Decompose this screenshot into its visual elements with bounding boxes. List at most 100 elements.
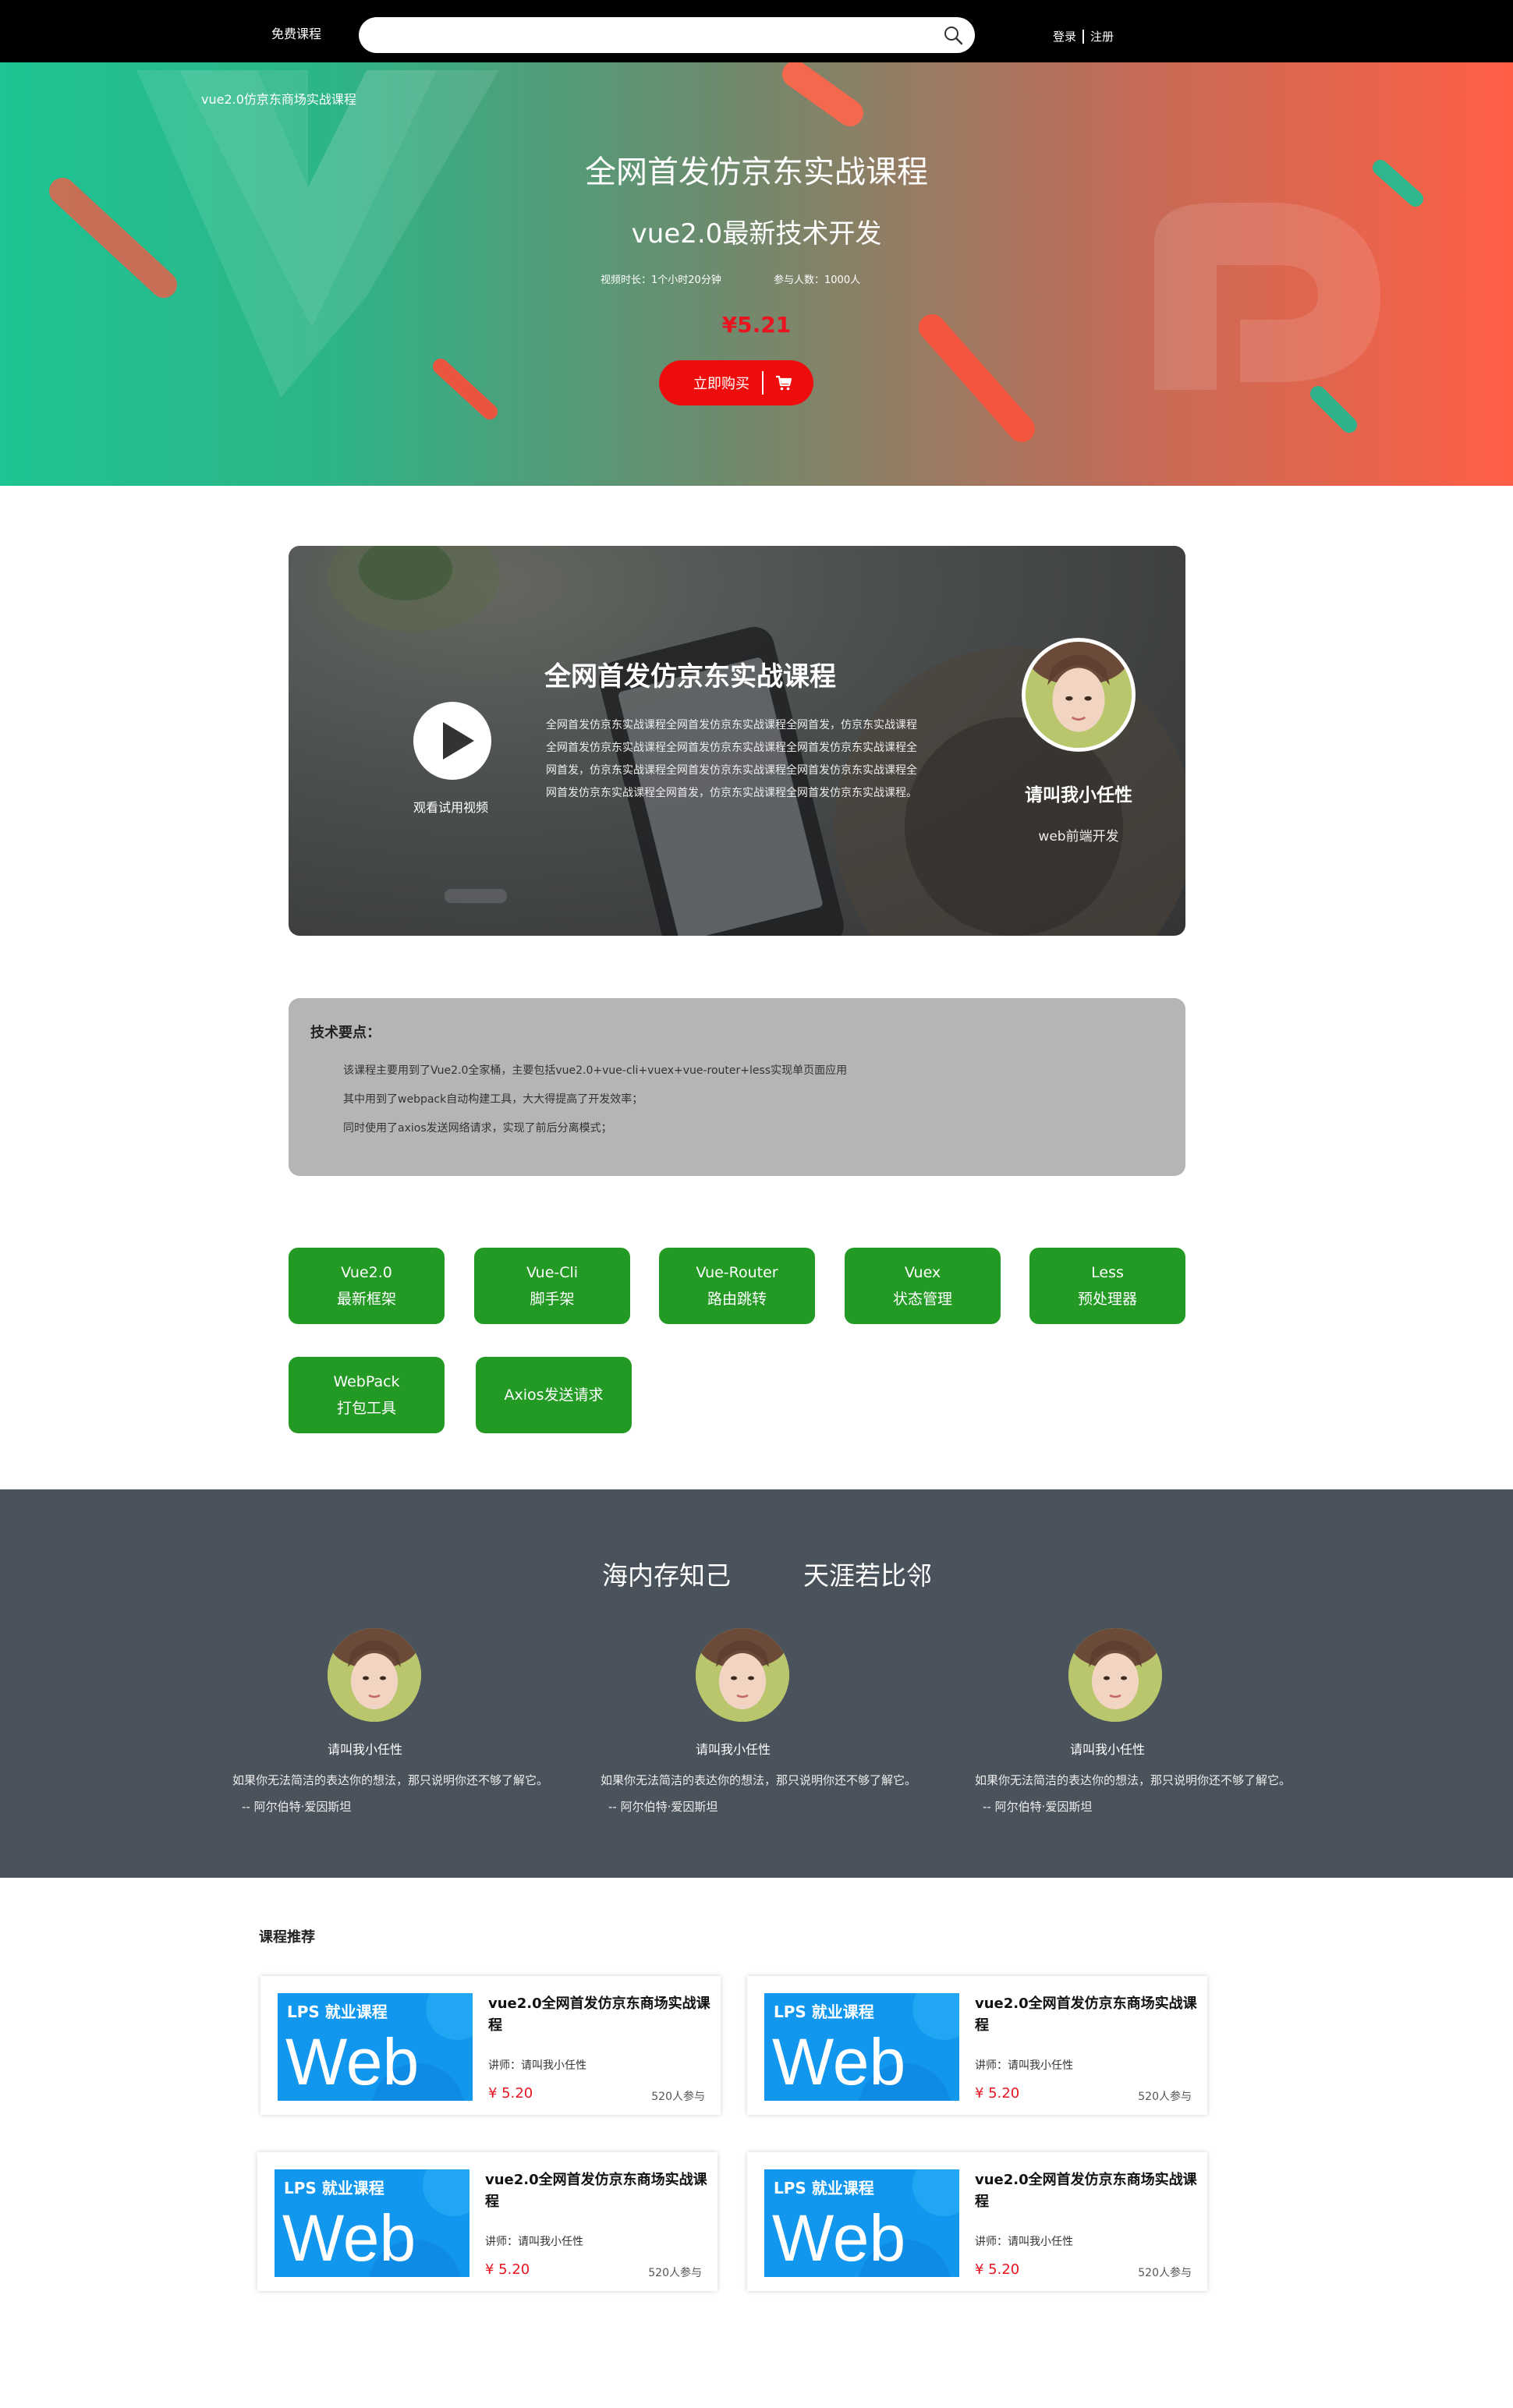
testimonial-name: 请叫我小任性 — [1070, 1742, 1146, 1757]
teacher-name: 请叫我小任性 — [1025, 785, 1132, 806]
auth-links: 登录 注册 — [1053, 28, 1114, 44]
video-duration: 视频时长：1个小时20分钟 — [601, 274, 721, 286]
buy-divider — [762, 371, 764, 395]
buy-now-button[interactable]: 立即购买 — [659, 360, 813, 405]
course-intro-card: 观看试用视频 全网首发仿京东实战课程 全网首发仿京东实战课程全网首发仿京东实战课… — [289, 546, 1185, 936]
tag-desc: 脚手架 — [530, 1291, 575, 1308]
testimonial-quote: 如果你无法简洁的表达你的想法，那只说明你还不够了解它。 — [601, 1773, 917, 1787]
testimonial-quote: 如果你无法简洁的表达你的想法，那只说明你还不够了解它。 — [232, 1773, 549, 1787]
testimonial-name: 请叫我小任性 — [696, 1742, 771, 1757]
login-link[interactable]: 登录 — [1053, 28, 1076, 44]
tag-vuex[interactable]: Vuex 状态管理 — [845, 1248, 1001, 1324]
course-joined: 520人参与 — [648, 2267, 702, 2279]
course-logo: Web — [285, 2025, 420, 2098]
course-logo: Web — [772, 2201, 906, 2275]
band-heading-left: 海内存知己 — [602, 1560, 731, 1591]
tag-desc: 最新框架 — [336, 1291, 396, 1308]
testimonial-avatar — [696, 1628, 789, 1722]
course-title[interactable]: vue2.0全网首发仿京东商场实战课程 — [975, 2169, 1198, 2213]
course-badge: LPS 就业课程 — [284, 2179, 384, 2197]
course-badge: LPS 就业课程 — [774, 2003, 874, 2021]
tag-desc: 打包工具 — [336, 1400, 396, 1417]
tag-title: Vue-Router — [696, 1264, 778, 1281]
search-input[interactable] — [359, 17, 975, 53]
tag-axios[interactable]: Axios发送请求 — [476, 1357, 632, 1433]
tech-points-heading: 技术要点： — [310, 1025, 381, 1041]
testimonial-photo — [328, 1628, 421, 1722]
hero-subtitle: vue2.0最新技术开发 — [631, 218, 882, 250]
band-heading-right: 天涯若比邻 — [803, 1560, 932, 1591]
course-teacher: 讲师：请叫我小任性 — [975, 2059, 1073, 2072]
intro-description: 全网首发仿京东实战课程全网首发仿京东实战课程全网首发，仿京东实战课程全网首发仿京… — [546, 719, 917, 799]
auth-divider — [1082, 29, 1085, 44]
buy-now-label: 立即购买 — [693, 376, 749, 392]
tech-point-1: 该课程主要用到了Vue2.0全家桶，主要包括vue2.0+vue-cli+vue… — [343, 1064, 848, 1077]
course-card[interactable]: LPS 就业课程 Web vue2.0全网首发仿京东商场实战课程 讲师：请叫我小… — [747, 2152, 1207, 2291]
tag-title: Less — [1091, 1264, 1124, 1281]
testimonial-quote: 如果你无法简洁的表达你的想法，那只说明你还不够了解它。 — [975, 1773, 1292, 1787]
recommend-heading: 课程推荐 — [259, 1929, 315, 1946]
course-title[interactable]: vue2.0全网首发仿京东商场实战课程 — [975, 1993, 1198, 2037]
tag-desc: 预处理器 — [1077, 1291, 1137, 1308]
testimonial-avatar — [328, 1628, 421, 1722]
tag-webpack[interactable]: WebPack 打包工具 — [289, 1357, 445, 1433]
tag-title: Vue2.0 — [341, 1264, 392, 1281]
course-joined: 520人参与 — [1138, 2091, 1192, 2103]
course-price: ¥ 5.20 — [485, 2261, 530, 2278]
tag-title: WebPack — [333, 1373, 400, 1390]
teacher-role: web前端开发 — [1038, 829, 1119, 845]
intro-title: 全网首发仿京东实战课程 — [544, 661, 836, 692]
search-box — [359, 17, 975, 53]
course-title[interactable]: vue2.0全网首发仿京东商场实战课程 — [488, 1993, 711, 2037]
course-teacher: 讲师：请叫我小任性 — [488, 2059, 586, 2072]
play-video-label: 观看试用视频 — [413, 800, 489, 815]
top-nav-bar: 免费课程 登录 注册 — [0, 0, 1513, 62]
tag-title: Axios发送请求 — [504, 1386, 604, 1404]
course-badge: LPS 就业课程 — [774, 2179, 874, 2197]
course-badge: LPS 就业课程 — [287, 2003, 388, 2021]
course-thumbnail: LPS 就业课程 Web — [275, 2169, 469, 2277]
course-card[interactable]: LPS 就业课程 Web vue2.0全网首发仿京东商场实战课程 讲师：请叫我小… — [257, 2152, 718, 2291]
testimonial-name: 请叫我小任性 — [328, 1742, 403, 1757]
course-price: ¥ 5.20 — [975, 2085, 1020, 2102]
testimonial-author: -- 阿尔伯特·爱因斯坦 — [983, 1800, 1093, 1814]
course-joined: 520人参与 — [1138, 2267, 1192, 2279]
tag-vue-cli[interactable]: Vue-Cli 脚手架 — [474, 1248, 630, 1324]
teacher-avatar — [1022, 638, 1136, 752]
course-joined: 520人参与 — [651, 2091, 705, 2103]
tag-vue-router[interactable]: Vue-Router 路由跳转 — [659, 1248, 815, 1324]
course-logo: Web — [772, 2025, 906, 2098]
testimonial-photo — [1068, 1628, 1162, 1722]
play-video-button[interactable] — [413, 702, 491, 780]
testimonial-author: -- 阿尔伯特·爱因斯坦 — [608, 1800, 718, 1814]
hero-decoration — [49, 62, 1423, 442]
play-icon — [443, 722, 474, 760]
testimonial-band: 海内存知己 天涯若比邻 请叫我小任性 如果你无法简洁的表达你的想法，那只说明你还… — [0, 1489, 1513, 1878]
course-price: ¥ 5.20 — [975, 2261, 1020, 2278]
tag-title: Vue-Cli — [526, 1264, 579, 1281]
course-title[interactable]: vue2.0全网首发仿京东商场实战课程 — [485, 2169, 708, 2213]
hero-banner: vue2.0仿京东商场实战课程 全网首发仿京东实战课程 vue2.0最新技术开发… — [0, 62, 1513, 486]
course-thumbnail: LPS 就业课程 Web — [764, 2169, 959, 2277]
hero-breadcrumb: vue2.0仿京东商场实战课程 — [201, 92, 356, 107]
cart-icon — [776, 375, 792, 391]
tag-vue2[interactable]: Vue2.0 最新框架 — [289, 1248, 445, 1324]
search-icon[interactable] — [942, 24, 964, 46]
hero-price: ¥5.21 — [721, 312, 792, 338]
free-course-link[interactable]: 免费课程 — [271, 23, 321, 42]
tag-desc: 路由跳转 — [707, 1291, 767, 1308]
tag-title: Vuex — [904, 1264, 941, 1281]
course-thumbnail: LPS 就业课程 Web — [764, 1993, 959, 2101]
course-teacher: 讲师：请叫我小任性 — [975, 2236, 1073, 2248]
hero-title: 全网首发仿京东实战课程 — [585, 154, 928, 190]
teacher-photo — [1026, 642, 1132, 748]
course-thumbnail: LPS 就业课程 Web — [278, 1993, 473, 2101]
course-price: ¥ 5.20 — [488, 2085, 533, 2102]
register-link[interactable]: 注册 — [1090, 28, 1114, 44]
tech-point-2: 其中用到了webpack自动构建工具，大大得提高了开发效率； — [343, 1093, 643, 1106]
course-card[interactable]: LPS 就业课程 Web vue2.0全网首发仿京东商场实战课程 讲师：请叫我小… — [260, 1976, 721, 2115]
tag-less[interactable]: Less 预处理器 — [1029, 1248, 1185, 1324]
course-card[interactable]: LPS 就业课程 Web vue2.0全网首发仿京东商场实战课程 讲师：请叫我小… — [747, 1976, 1207, 2115]
testimonial-photo — [696, 1628, 789, 1722]
course-logo: Web — [282, 2201, 416, 2275]
